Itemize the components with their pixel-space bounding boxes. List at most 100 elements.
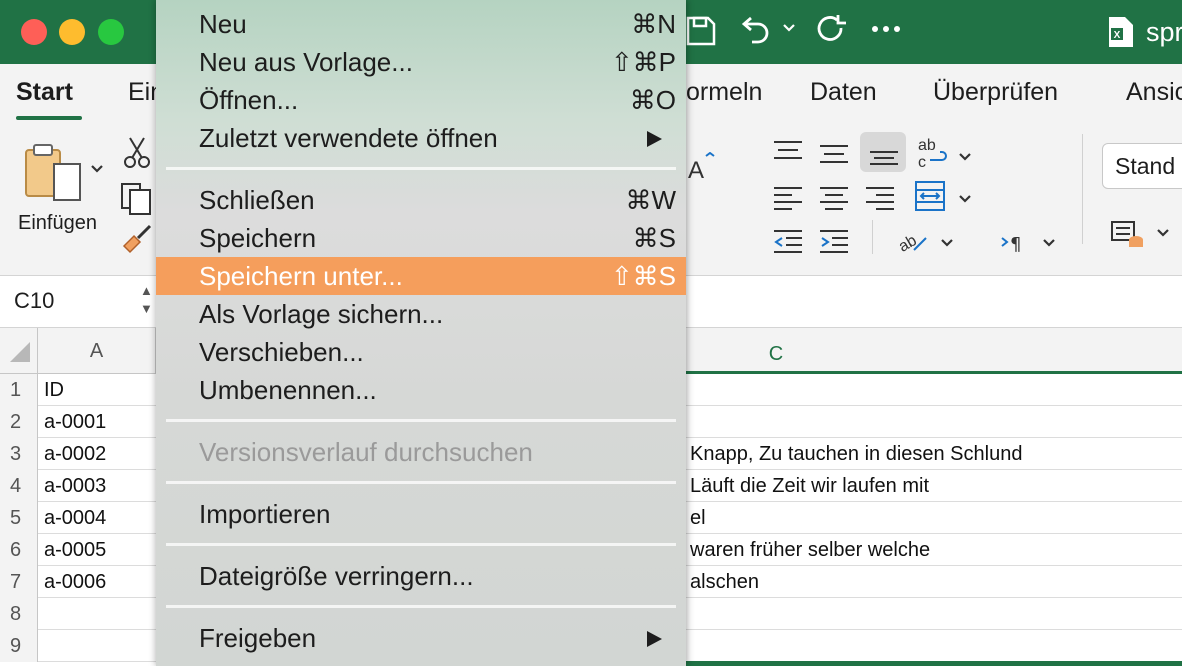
close-window-button[interactable]: [21, 19, 47, 45]
menu-item-speichern[interactable]: Speichern ⌘S: [156, 219, 686, 257]
menu-item-neu[interactable]: Neu ⌘N: [156, 5, 686, 43]
text-orientation-icon[interactable]: ab: [896, 224, 930, 263]
decrease-indent-icon[interactable]: [772, 228, 804, 261]
row-header[interactable]: 9: [0, 630, 38, 662]
align-middle-icon[interactable]: [818, 138, 850, 171]
column-header-c[interactable]: C: [686, 328, 866, 374]
number-format-select[interactable]: Stand: [1102, 143, 1182, 189]
wrap-dropdown-chevron-icon[interactable]: [958, 150, 972, 168]
align-center-icon[interactable]: [818, 184, 850, 217]
menu-item-dateigroesse-verringern[interactable]: Dateigröße verringern...: [156, 557, 686, 595]
cell-c[interactable]: Knapp, Zu tauchen in diesen Schlund: [690, 438, 1022, 470]
row-header[interactable]: 2: [0, 406, 38, 438]
cell-c[interactable]: waren früher selber welche: [690, 534, 930, 566]
more-icon[interactable]: [870, 24, 902, 34]
column-header-a[interactable]: A: [38, 328, 156, 374]
undo-dropdown-chevron-icon[interactable]: [782, 22, 796, 34]
row-header[interactable]: 4: [0, 470, 38, 502]
row-header[interactable]: 7: [0, 566, 38, 598]
paste-dropdown-chevron-icon[interactable]: [90, 162, 104, 180]
cell-a[interactable]: a-0005: [44, 534, 106, 566]
minimize-window-button[interactable]: [59, 19, 85, 45]
copy-icon[interactable]: [120, 182, 156, 221]
name-box[interactable]: C10: [14, 288, 54, 314]
align-left-icon[interactable]: [772, 184, 804, 217]
cell-a[interactable]: a-0003: [44, 470, 106, 502]
conditional-format-icon[interactable]: [1110, 220, 1146, 255]
menu-item-label: Speichern unter...: [199, 261, 403, 291]
file-menu: Neu ⌘N Neu aus Vorlage... ⇧⌘P Öffnen... …: [156, 0, 686, 666]
menu-item-label: Importieren: [199, 499, 331, 529]
cond-format-dropdown-chevron-icon[interactable]: [1156, 226, 1170, 244]
excel-file-icon: X: [1108, 16, 1134, 48]
svg-text:¶: ¶: [1010, 234, 1021, 255]
svg-text:ab: ab: [896, 232, 920, 256]
svg-text:ab: ab: [918, 137, 936, 154]
redo-icon[interactable]: [815, 14, 849, 48]
zoom-window-button[interactable]: [98, 19, 124, 45]
name-box-stepper-icon[interactable]: ▲ ▼: [140, 282, 153, 318]
align-top-icon[interactable]: [772, 138, 804, 171]
direction-dropdown-chevron-icon[interactable]: [1042, 236, 1056, 254]
wrap-text-icon[interactable]: ab c: [916, 136, 950, 175]
align-right-icon[interactable]: [864, 184, 896, 217]
row-header[interactable]: 3: [0, 438, 38, 470]
align-bottom-button[interactable]: [860, 132, 906, 172]
menu-item-label: Freigeben: [199, 623, 317, 653]
cell-a[interactable]: a-0001: [44, 406, 106, 438]
cut-icon[interactable]: [122, 136, 152, 175]
select-all-button[interactable]: [0, 328, 38, 374]
cell-a[interactable]: a-0006: [44, 566, 106, 598]
menu-item-shortcut: ⌘N: [631, 9, 676, 39]
menu-item-schliessen[interactable]: Schließen ⌘W: [156, 181, 686, 219]
orientation-dropdown-chevron-icon[interactable]: [940, 236, 954, 254]
tab-ansicht[interactable]: Ansic: [1126, 78, 1182, 107]
row-header[interactable]: 1: [0, 374, 38, 406]
menu-item-freigeben[interactable]: Freigeben: [156, 619, 686, 657]
paste-icon[interactable]: [22, 142, 84, 211]
tab-ueberpruefen[interactable]: Überprüfen: [933, 78, 1058, 107]
menu-item-label: Speichern: [199, 223, 317, 253]
selected-column-bottom-indicator: [686, 661, 1182, 666]
menu-separator: [166, 481, 676, 484]
tab-formeln[interactable]: ormeln: [686, 78, 762, 107]
menu-item-umbenennen[interactable]: Umbenennen...: [156, 371, 686, 409]
menu-item-label: Als Vorlage sichern...: [199, 299, 444, 329]
menu-item-importieren[interactable]: Importieren: [156, 495, 686, 533]
submenu-arrow-icon: [647, 131, 662, 147]
menu-item-als-vorlage-sichern[interactable]: Als Vorlage sichern...: [156, 295, 686, 333]
menu-item-label: Schließen: [199, 185, 315, 215]
menu-item-shortcut: ⌘S: [632, 223, 676, 253]
format-painter-icon[interactable]: [120, 224, 156, 261]
paste-button-label[interactable]: Einfügen: [18, 212, 97, 235]
menu-item-speichern-unter[interactable]: Speichern unter... ⇧⌘S: [156, 257, 686, 295]
row-header[interactable]: 6: [0, 534, 38, 566]
cell-c[interactable]: Läuft die Zeit wir laufen mit: [690, 470, 929, 502]
menu-item-oeffnen[interactable]: Öffnen... ⌘O: [156, 81, 686, 119]
menu-separator: [166, 543, 676, 546]
document-title: spr: [1146, 17, 1182, 47]
text-direction-icon[interactable]: ¶: [1000, 230, 1034, 263]
menu-separator: [166, 167, 676, 170]
cell-a[interactable]: a-0002: [44, 438, 106, 470]
increase-indent-icon[interactable]: [818, 228, 850, 261]
cell-c[interactable]: el: [690, 502, 706, 534]
cell-a[interactable]: a-0004: [44, 502, 106, 534]
menu-item-zuletzt-verwendete[interactable]: Zuletzt verwendete öffnen: [156, 119, 686, 157]
merge-cells-icon[interactable]: [914, 180, 948, 219]
tab-daten[interactable]: Daten: [810, 78, 877, 107]
increase-font-size-icon[interactable]: A: [688, 151, 720, 187]
menu-item-neu-aus-vorlage[interactable]: Neu aus Vorlage... ⇧⌘P: [156, 43, 686, 81]
save-icon[interactable]: [686, 14, 716, 46]
cell-c[interactable]: alschen: [690, 566, 759, 598]
row-header[interactable]: 5: [0, 502, 38, 534]
row-header[interactable]: 8: [0, 598, 38, 630]
menu-item-verschieben[interactable]: Verschieben...: [156, 333, 686, 371]
menu-separator: [166, 419, 676, 422]
undo-icon[interactable]: [738, 14, 772, 48]
menu-item-label: Zuletzt verwendete öffnen: [199, 123, 498, 153]
cell-a[interactable]: ID: [44, 374, 64, 406]
tab-start[interactable]: Start: [16, 78, 73, 107]
merge-dropdown-chevron-icon[interactable]: [958, 192, 972, 210]
menu-item-shortcut: ⌘O: [629, 85, 676, 115]
